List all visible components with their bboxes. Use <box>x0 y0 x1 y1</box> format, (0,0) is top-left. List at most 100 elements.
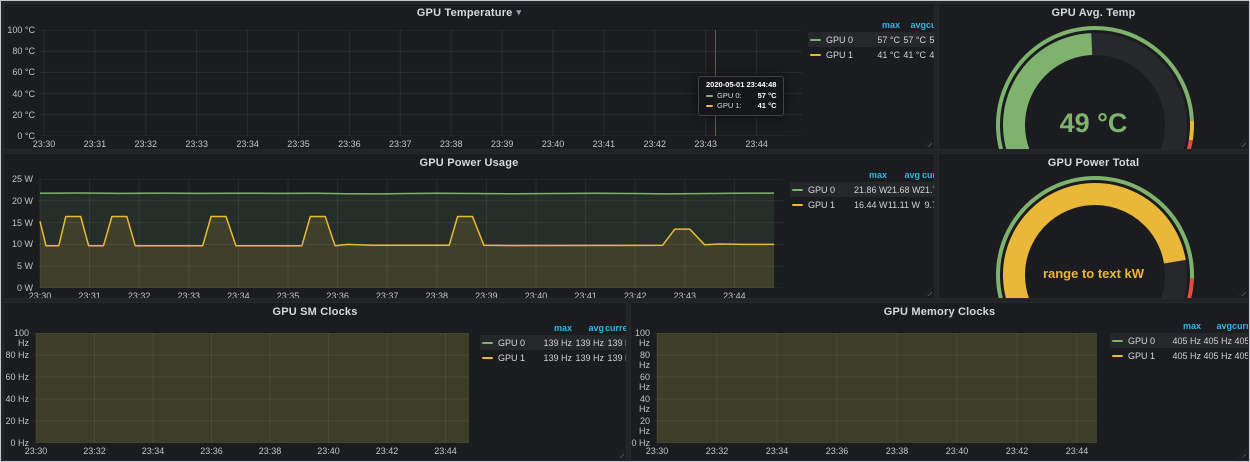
panel-title-gpu-temperature[interactable]: GPU Temperature▾ <box>4 7 934 19</box>
panel-title-gpu-sm-clocks[interactable]: GPU SM Clocks <box>4 306 626 318</box>
x-axis-tick-label: 23:40 <box>939 446 975 456</box>
series-toggle-label[interactable]: GPU 1 <box>1128 351 1155 361</box>
legend-header-max[interactable]: max <box>1170 321 1201 331</box>
y-axis-tick-label: 80 Hz <box>4 350 29 360</box>
series-color-dash <box>482 357 493 359</box>
x-axis-tick-label: 23:43 <box>667 291 703 299</box>
x-axis-tick-label: 23:37 <box>369 291 405 299</box>
y-axis-tick-label: 100 Hz <box>4 328 29 348</box>
series-toggle-label[interactable]: GPU 0 <box>808 185 835 195</box>
panel-title-text: GPU SM Clocks <box>272 306 357 318</box>
x-axis-tick-label: 23:44 <box>716 291 752 299</box>
legend-header-row: maxavgcurrent <box>480 320 627 335</box>
y-axis-tick-label: 80 Hz <box>631 350 650 370</box>
legend-table: maxavgcurrent GPU 0 21.86 W21.68 W21.77 W G… <box>790 167 935 212</box>
panel-title-text: GPU Power Usage <box>420 157 519 169</box>
x-axis-tick-label: 23:34 <box>135 446 171 456</box>
y-axis-tick-label: 25 W <box>4 174 33 184</box>
panel-title-gpu-power-total[interactable]: GPU Power Total <box>939 157 1248 169</box>
panel-resize-handle[interactable] <box>924 139 932 147</box>
tooltip-series-row: GPU 1: 41 °C <box>706 101 776 111</box>
x-axis-tick-label: 23:39 <box>484 139 520 149</box>
legend-header-avg[interactable]: avg <box>887 170 920 180</box>
chart-plot-area[interactable] <box>34 333 469 443</box>
chart-tooltip: 2020-05-01 23:44:48 GPU 0: 57 °C GPU 1: 41 °… <box>698 76 784 116</box>
tooltip-series-name: GPU 0: <box>717 91 742 101</box>
x-axis-tick-label: 23:31 <box>72 291 108 299</box>
grafana-dashboard: GPU Temperature▾ 100 °C80 °C60 °C40 °C20… <box>0 0 1250 462</box>
legend-header-row: maxavgcurrent <box>808 17 935 32</box>
y-axis-tick-label: 10 W <box>4 239 33 249</box>
x-axis-tick-label: 23:32 <box>121 291 157 299</box>
y-axis-tick-label: 40 Hz <box>4 394 29 404</box>
y-axis-tick-label: 100 Hz <box>631 328 650 348</box>
y-axis-tick-label: 15 W <box>4 218 33 228</box>
tooltip-series-name: GPU 1: <box>717 101 742 111</box>
series-color-dash <box>706 105 713 107</box>
legend-stat-current: 21.77 W <box>920 185 935 195</box>
legend-header-current[interactable]: current <box>920 170 935 180</box>
tooltip-timestamp: 2020-05-01 23:44:48 <box>706 80 776 89</box>
legend-header-avg[interactable]: avg <box>572 323 604 333</box>
legend-header-row: maxavgcurrent <box>790 167 935 182</box>
legend-stat-avg: 405 Hz <box>1201 336 1232 346</box>
legend-stat-max: 21.86 W <box>854 185 887 195</box>
chart-plot-area[interactable] <box>40 30 802 136</box>
panel-gpu-avg-temp: GPU Avg. Temp 49 °C <box>938 3 1249 150</box>
panel-title-gpu-avg-temp[interactable]: GPU Avg. Temp <box>939 7 1248 19</box>
series-toggle-label[interactable]: GPU 1 <box>808 200 835 210</box>
panel-title-gpu-power-usage[interactable]: GPU Power Usage <box>4 157 934 169</box>
legend-header-max[interactable]: max <box>540 323 572 333</box>
panel-resize-handle[interactable] <box>924 288 932 296</box>
x-axis-tick-label: 23:36 <box>819 446 855 456</box>
legend-stat-current: 139 Hz <box>604 338 627 348</box>
legend-header-current[interactable]: current <box>926 20 935 30</box>
y-axis-tick-label: 20 Hz <box>4 416 29 426</box>
panel-gpu-power-usage: GPU Power Usage 25 W20 W15 W10 W5 W0 W23… <box>3 153 935 299</box>
x-axis-tick-label: 23:35 <box>270 291 306 299</box>
series-toggle-label[interactable]: GPU 0 <box>498 338 525 348</box>
panel-resize-handle[interactable] <box>616 450 624 458</box>
x-axis-tick-label: 23:32 <box>77 446 113 456</box>
x-axis-tick-label: 23:44 <box>428 446 464 456</box>
x-axis-tick-label: 23:41 <box>568 291 604 299</box>
x-axis-tick-label: 23:38 <box>433 139 469 149</box>
series-line-gpu-0 <box>40 193 774 194</box>
y-axis-tick-label: 20 W <box>4 196 33 206</box>
chart-plot-area[interactable] <box>655 333 1097 443</box>
series-color-dash <box>810 39 821 41</box>
panel-gpu-temperature: GPU Temperature▾ 100 °C80 °C60 °C40 °C20… <box>3 3 935 150</box>
legend-stat-current: 57 °C <box>926 35 935 45</box>
x-axis-tick-label: 23:44 <box>739 139 775 149</box>
legend-header-max[interactable]: max <box>874 20 900 30</box>
panel-title-gpu-memory-clocks[interactable]: GPU Memory Clocks <box>631 306 1248 318</box>
panel-gpu-memory-clocks: GPU Memory Clocks 100 Hz80 Hz60 Hz40 Hz2… <box>630 302 1249 461</box>
tooltip-series-value: 57 °C <box>748 91 777 101</box>
legend-header-current[interactable]: current <box>604 323 627 333</box>
chart-plot-area[interactable] <box>38 179 783 288</box>
legend-stat-avg: 21.68 W <box>887 185 920 195</box>
legend-header-current[interactable]: current <box>1232 321 1249 331</box>
x-axis-tick-label: 23:42 <box>369 446 405 456</box>
legend-stat-current: 405 Hz <box>1232 351 1249 361</box>
legend-stat-avg: 139 Hz <box>572 338 604 348</box>
legend-header-max[interactable]: max <box>854 170 887 180</box>
series-toggle-label[interactable]: GPU 1 <box>498 353 525 363</box>
legend-stat-avg: 57 °C <box>900 35 926 45</box>
x-axis-tick-label: 23:32 <box>699 446 735 456</box>
x-axis-tick-label: 23:33 <box>171 291 207 299</box>
panel-resize-handle[interactable] <box>1238 450 1246 458</box>
series-toggle-label[interactable]: GPU 0 <box>826 35 853 45</box>
panel-title-text: GPU Power Total <box>1048 157 1139 169</box>
legend-header-avg[interactable]: avg <box>1201 321 1232 331</box>
legend-header-avg[interactable]: avg <box>900 20 926 30</box>
legend-stat-avg: 405 Hz <box>1201 351 1232 361</box>
series-toggle-label[interactable]: GPU 0 <box>1128 336 1155 346</box>
y-axis-tick-label: 60 Hz <box>4 372 29 382</box>
x-axis-tick-label: 23:34 <box>230 139 266 149</box>
tooltip-series-value: 41 °C <box>748 101 777 111</box>
series-toggle-label[interactable]: GPU 1 <box>826 50 853 60</box>
x-axis-tick-label: 23:39 <box>468 291 504 299</box>
legend-stat-max: 405 Hz <box>1170 336 1201 346</box>
series-color-dash <box>792 204 803 206</box>
